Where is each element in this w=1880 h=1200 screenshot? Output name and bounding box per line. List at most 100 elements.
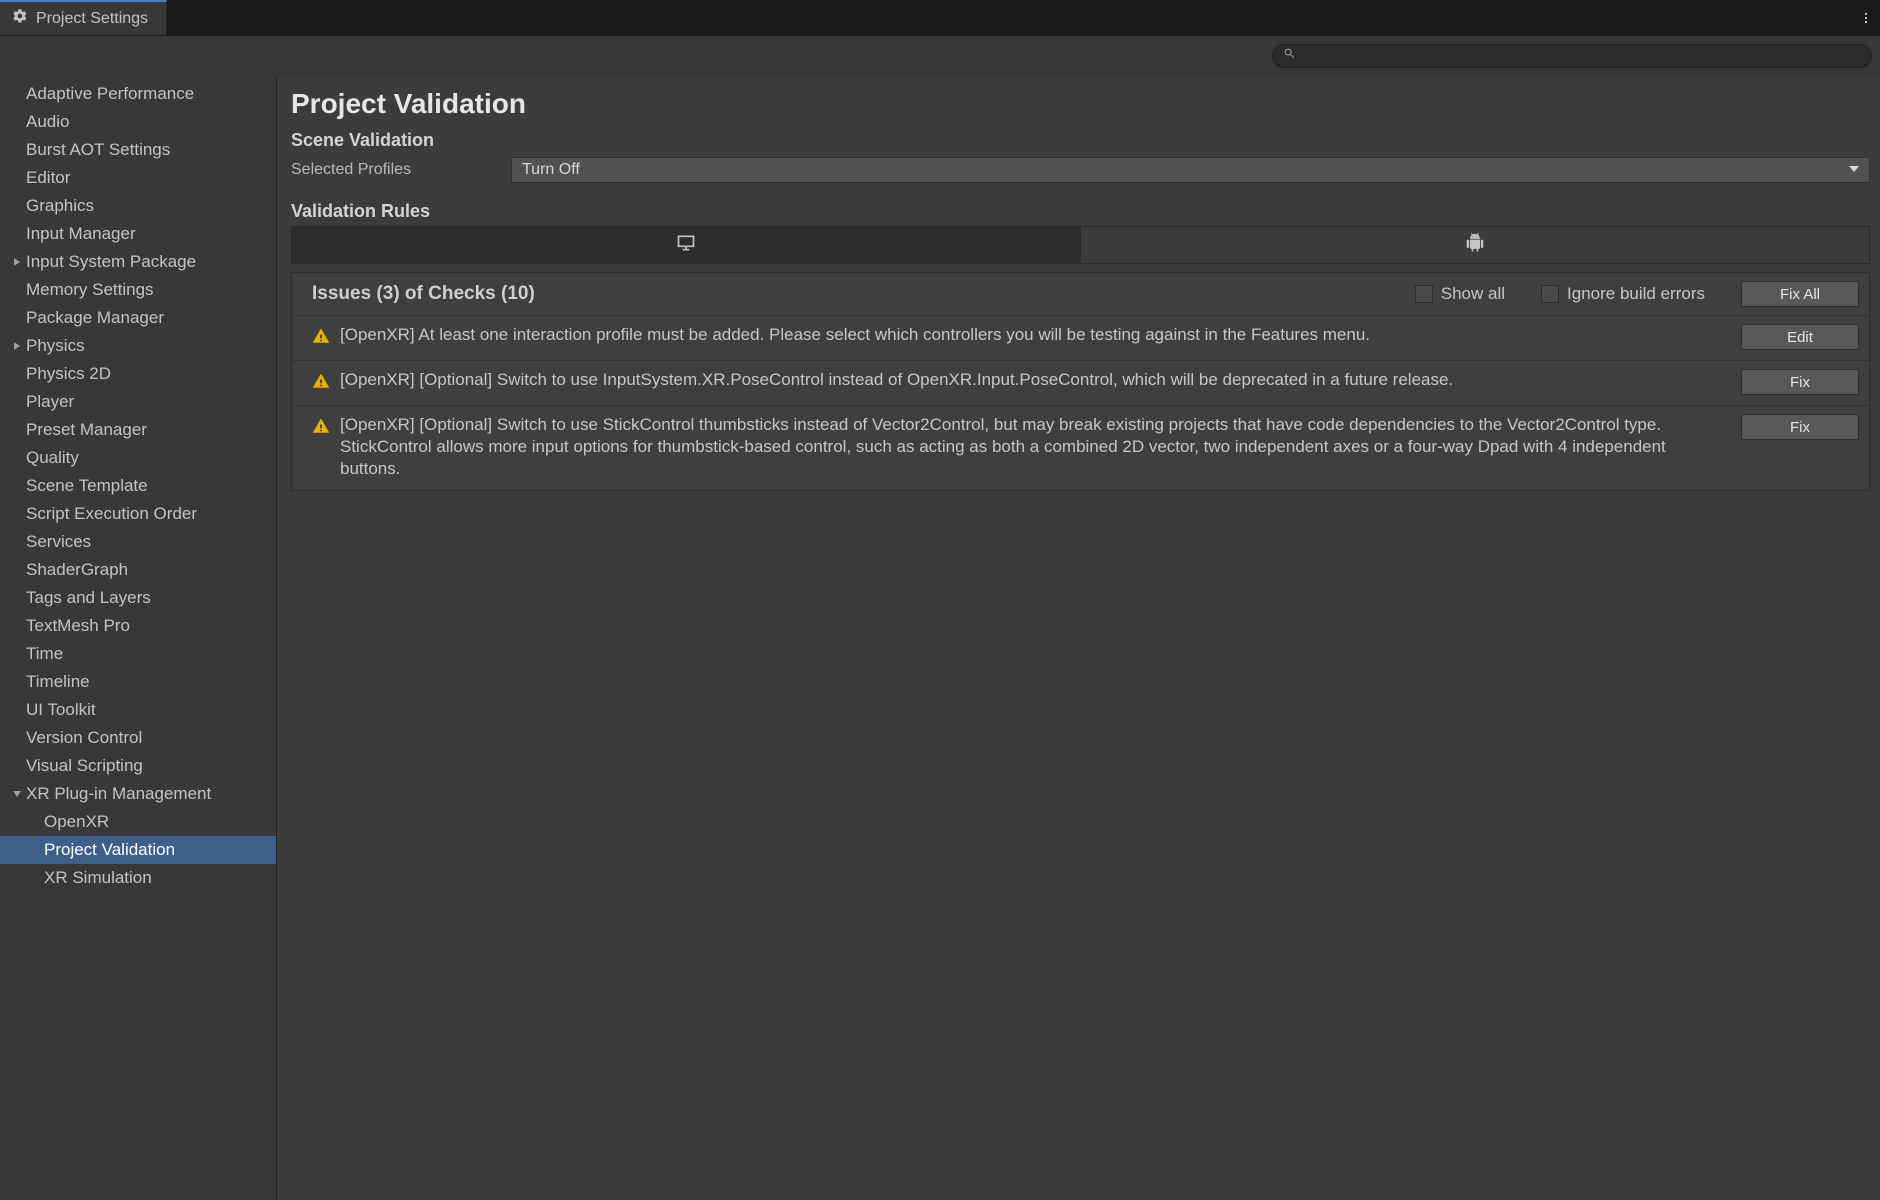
sidebar-item[interactable]: Preset Manager — [0, 416, 276, 444]
sidebar-item[interactable]: Physics 2D — [0, 360, 276, 388]
search-input[interactable] — [1302, 49, 1861, 64]
warning-icon — [312, 372, 330, 395]
main-panel: Project Validation Scene Validation Sele… — [277, 76, 1880, 1200]
sidebar-item[interactable]: ShaderGraph — [0, 556, 276, 584]
sidebar-item[interactable]: XR Plug-in Management — [0, 780, 276, 808]
scene-validation-heading: Scene Validation — [291, 130, 1870, 151]
platform-tabs — [291, 226, 1870, 264]
selected-profiles-label: Selected Profiles — [291, 161, 501, 179]
warning-icon — [312, 417, 330, 440]
edit-button[interactable]: Edit — [1741, 324, 1859, 350]
sidebar-item[interactable]: Services — [0, 528, 276, 556]
sidebar-item[interactable]: TextMesh Pro — [0, 612, 276, 640]
chevron-down-icon — [10, 789, 24, 799]
checkbox-box — [1415, 285, 1433, 303]
sidebar-item[interactable]: Script Execution Order — [0, 500, 276, 528]
tabbar-spacer — [167, 0, 1852, 35]
sidebar-item[interactable]: Visual Scripting — [0, 752, 276, 780]
sidebar-item-label: Memory Settings — [26, 278, 154, 302]
platform-tab-android[interactable] — [1081, 227, 1870, 263]
sidebar-item-label: Player — [26, 390, 74, 414]
android-icon — [1465, 233, 1485, 258]
body: Adaptive Performance AudioBurst AOT Setti… — [0, 76, 1880, 1200]
selected-profiles-row: Selected Profiles Turn Off — [291, 157, 1870, 183]
validation-rules-heading: Validation Rules — [291, 201, 1870, 222]
sidebar-item[interactable]: Burst AOT Settings — [0, 136, 276, 164]
issues-panel: Issues (3) of Checks (10) Show all Ignor… — [291, 272, 1870, 491]
sidebar-item-label: TextMesh Pro — [26, 614, 130, 638]
sidebar-item[interactable]: Memory Settings — [0, 276, 276, 304]
ignore-build-errors-checkbox[interactable]: Ignore build errors — [1541, 284, 1705, 304]
sidebar-item-label: Package Manager — [26, 306, 164, 330]
tab-label: Project Settings — [36, 10, 148, 28]
chevron-right-icon — [10, 257, 24, 267]
search-icon — [1283, 47, 1296, 65]
sidebar-item[interactable]: Version Control — [0, 724, 276, 752]
sidebar-item[interactable]: Input System Package — [0, 248, 276, 276]
sidebar-item-label: Tags and Layers — [26, 586, 151, 610]
sidebar-item-label: UI Toolkit — [26, 698, 96, 722]
sidebar-item-label: Time — [26, 642, 63, 666]
kebab-menu[interactable] — [1852, 0, 1880, 35]
platform-tab-standalone[interactable] — [292, 227, 1081, 263]
dropdown-value: Turn Off — [522, 161, 580, 179]
settings-sidebar: Adaptive Performance AudioBurst AOT Setti… — [0, 76, 277, 1200]
sidebar-item-label: Audio — [26, 110, 69, 134]
sidebar-item[interactable]: Project Validation — [0, 836, 276, 864]
sidebar-item[interactable]: UI Toolkit — [0, 696, 276, 724]
sidebar-item-label: Adaptive Performance — [26, 82, 194, 106]
selected-profiles-dropdown[interactable]: Turn Off — [511, 157, 1870, 183]
tab-bar: Project Settings — [0, 0, 1880, 36]
show-all-label: Show all — [1441, 284, 1505, 304]
sidebar-item[interactable]: Graphics — [0, 192, 276, 220]
sidebar-item-label: Script Execution Order — [26, 502, 197, 526]
tab-project-settings[interactable]: Project Settings — [0, 0, 167, 35]
sidebar-item[interactable]: OpenXR — [0, 808, 276, 836]
issue-row: [OpenXR] [Optional] Switch to use StickC… — [292, 406, 1869, 490]
sidebar-item[interactable]: Adaptive Performance — [0, 80, 276, 108]
chevron-right-icon — [10, 341, 24, 351]
sidebar-item-label: Version Control — [26, 726, 142, 750]
issues-title: Issues (3) of Checks (10) — [312, 283, 1415, 305]
sidebar-item[interactable]: Time — [0, 640, 276, 668]
sidebar-item-label: Project Validation — [44, 838, 175, 862]
project-settings-window: Project Settings Adaptive Performance Aud… — [0, 0, 1880, 1200]
issue-message: [OpenXR] [Optional] Switch to use InputS… — [340, 369, 1731, 391]
sidebar-item-label: XR Simulation — [44, 866, 152, 890]
sidebar-item[interactable]: Audio — [0, 108, 276, 136]
sidebar-item[interactable]: Package Manager — [0, 304, 276, 332]
page-title: Project Validation — [291, 88, 1870, 120]
fix-all-button[interactable]: Fix All — [1741, 281, 1859, 307]
sidebar-item-label: Timeline — [26, 670, 90, 694]
sidebar-item[interactable]: Editor — [0, 164, 276, 192]
issue-message: [OpenXR] [Optional] Switch to use StickC… — [340, 414, 1731, 480]
fix-button[interactable]: Fix — [1741, 414, 1859, 440]
sidebar-item-label: Visual Scripting — [26, 754, 143, 778]
fix-button[interactable]: Fix — [1741, 369, 1859, 395]
sidebar-item-label: OpenXR — [44, 810, 109, 834]
sidebar-item[interactable]: Input Manager — [0, 220, 276, 248]
chevron-down-icon — [1849, 161, 1859, 179]
warning-icon — [312, 327, 330, 350]
sidebar-item-label: Input Manager — [26, 222, 136, 246]
sidebar-item[interactable]: Scene Template — [0, 472, 276, 500]
toolbar — [0, 36, 1880, 76]
sidebar-item-label: Scene Template — [26, 474, 148, 498]
sidebar-item[interactable]: Timeline — [0, 668, 276, 696]
issues-header: Issues (3) of Checks (10) Show all Ignor… — [292, 273, 1869, 316]
sidebar-item[interactable]: XR Simulation — [0, 864, 276, 892]
issue-message: [OpenXR] At least one interaction profil… — [340, 324, 1731, 346]
sidebar-item[interactable]: Quality — [0, 444, 276, 472]
search-box[interactable] — [1272, 44, 1872, 68]
sidebar-item-label: ShaderGraph — [26, 558, 128, 582]
show-all-checkbox[interactable]: Show all — [1415, 284, 1505, 304]
checkbox-box — [1541, 285, 1559, 303]
sidebar-item[interactable]: Tags and Layers — [0, 584, 276, 612]
sidebar-item[interactable]: Physics — [0, 332, 276, 360]
sidebar-item-label: Quality — [26, 446, 79, 470]
sidebar-item-label: XR Plug-in Management — [26, 782, 211, 806]
issues-list: [OpenXR] At least one interaction profil… — [292, 316, 1869, 490]
sidebar-item-label: Input System Package — [26, 250, 196, 274]
sidebar-item[interactable]: Player — [0, 388, 276, 416]
sidebar-item-label: Graphics — [26, 194, 94, 218]
